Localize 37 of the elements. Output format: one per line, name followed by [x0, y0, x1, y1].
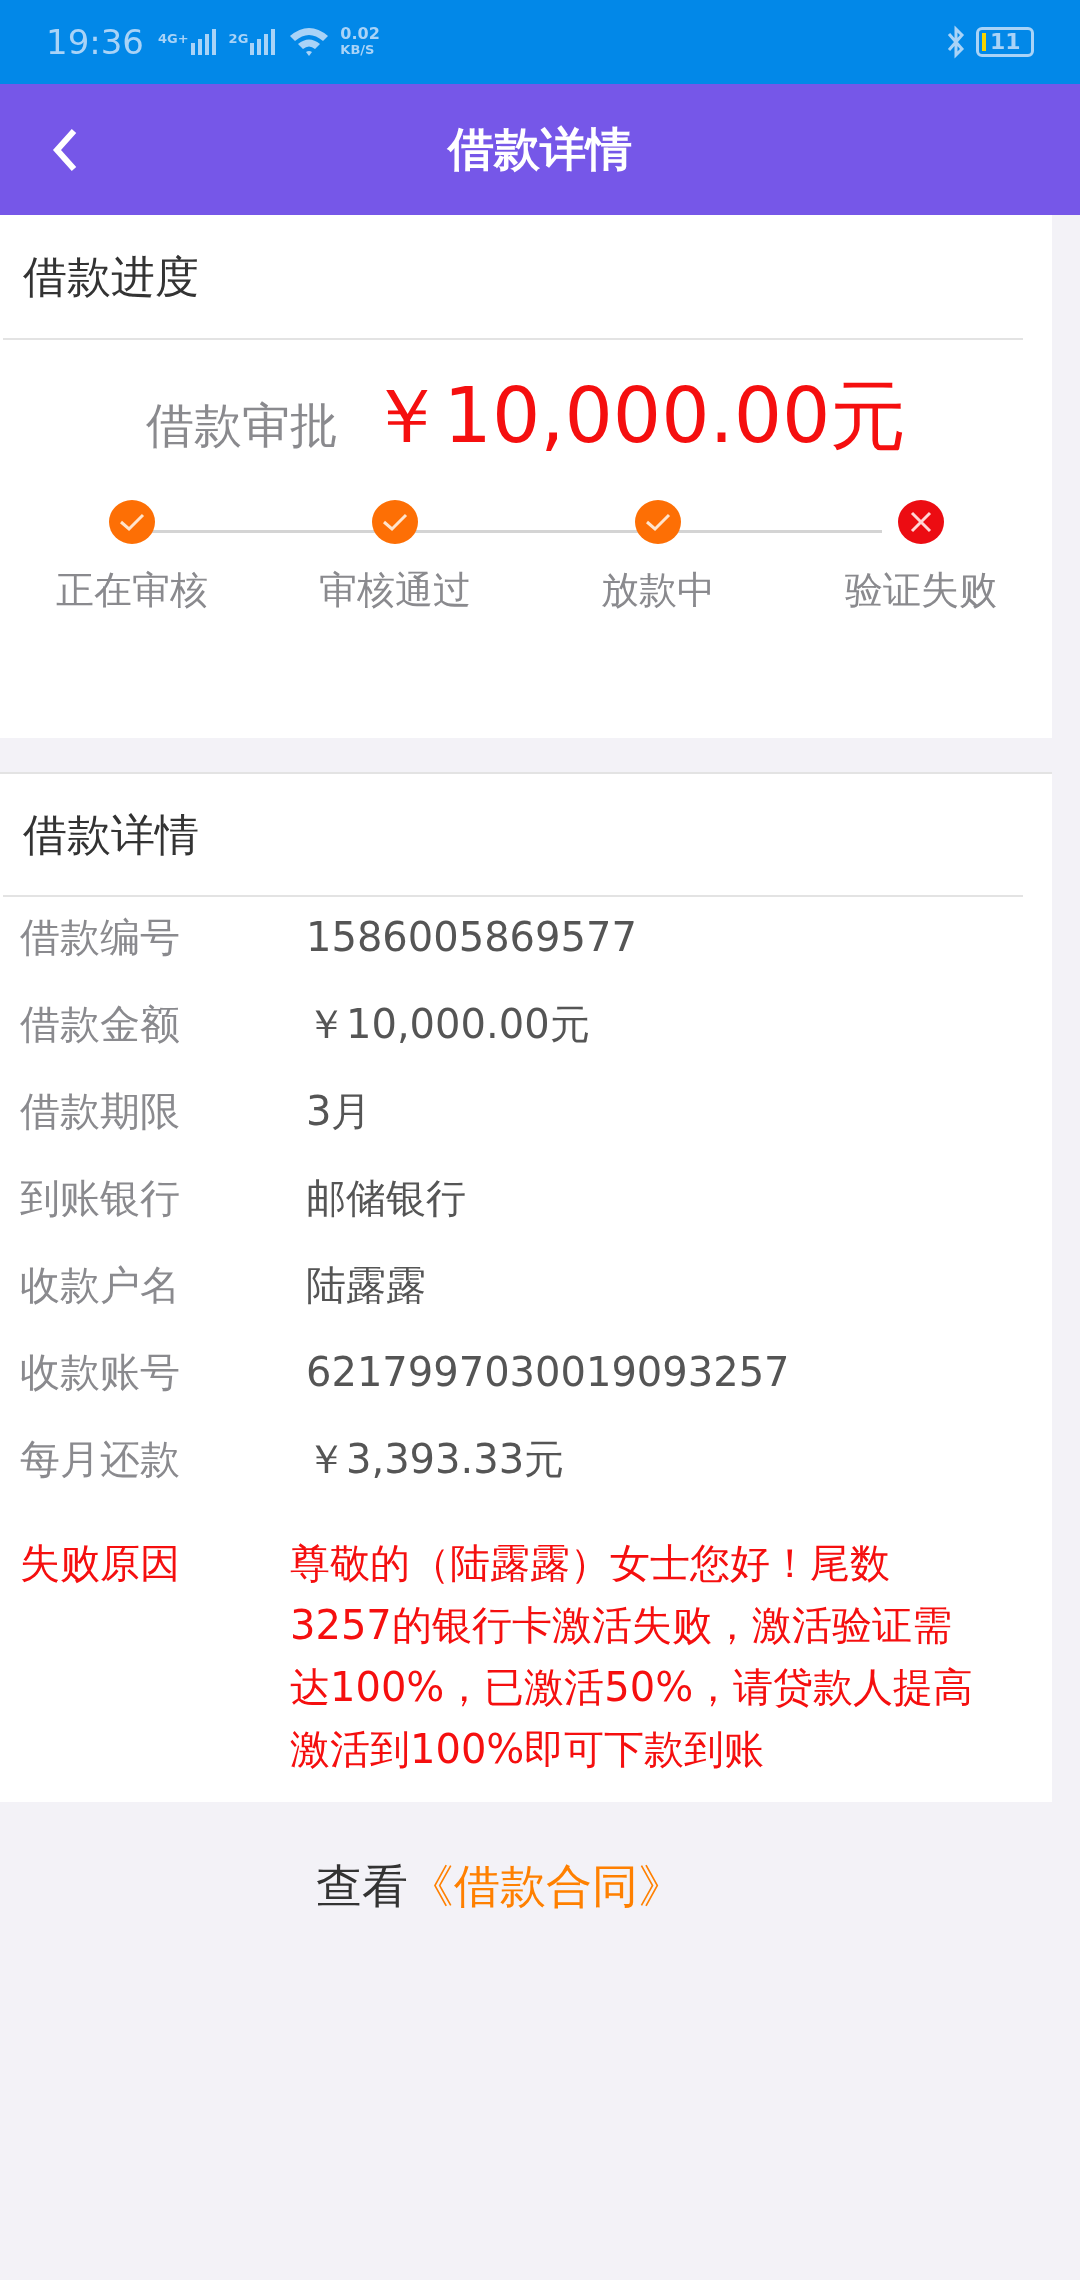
- field-label: 借款金额: [20, 1000, 181, 1049]
- field-label: 失败原因: [20, 1539, 181, 1588]
- field-value: ￥10,000.00元: [306, 1000, 590, 1049]
- field-label: 收款账号: [20, 1348, 181, 1397]
- field-label: 每月还款: [20, 1435, 181, 1484]
- field-label: 借款编号: [20, 913, 181, 962]
- network-type: 2G: [228, 30, 249, 48]
- field-value: 1586005869577: [306, 913, 637, 962]
- network-speed: 0.02: [340, 26, 380, 42]
- step-label: 验证失败: [844, 567, 997, 614]
- section-title: 借款详情: [23, 807, 199, 862]
- clock-time: 19:36: [46, 20, 144, 64]
- signal-icon: [190, 29, 217, 55]
- bluetooth-icon: [946, 25, 966, 59]
- field-label: 收款户名: [20, 1261, 181, 1310]
- wifi-icon: [288, 26, 331, 58]
- loan-amount: ￥10,000.00元: [367, 370, 907, 462]
- contract-link[interactable]: 《借款合同》: [408, 1852, 684, 1921]
- field-label: 到账银行: [20, 1174, 181, 1223]
- field-label: 借款期限: [20, 1087, 181, 1136]
- field-value: 邮储银行: [306, 1174, 466, 1223]
- field-value: 陆露露: [306, 1261, 426, 1310]
- field-value: ￥3,393.33元: [306, 1435, 565, 1484]
- signal-icon: [250, 29, 277, 55]
- section-title: 借款进度: [23, 249, 199, 304]
- battery-level: 11: [990, 31, 1021, 53]
- step-label: 放款中: [600, 567, 715, 614]
- network-type: 4G+: [158, 30, 189, 48]
- approval-label: 借款审批: [145, 396, 338, 455]
- contract-prefix: 查看: [316, 1858, 408, 1915]
- field-value: 3月: [306, 1087, 372, 1136]
- page-title: 借款详情: [448, 121, 632, 178]
- step-label: 审核通过: [318, 567, 471, 614]
- speed-unit: KB/S: [340, 42, 376, 58]
- field-value: 6217997030019093257: [306, 1348, 790, 1397]
- step-label: 正在审核: [55, 567, 208, 614]
- failure-reason: 尊敬的（陆露露）女士您好！尾数3257的银行卡激活失败，激活验证需达100%，已激活50%，请贷款人提高激活到100%即可下款到账: [290, 1539, 975, 1774]
